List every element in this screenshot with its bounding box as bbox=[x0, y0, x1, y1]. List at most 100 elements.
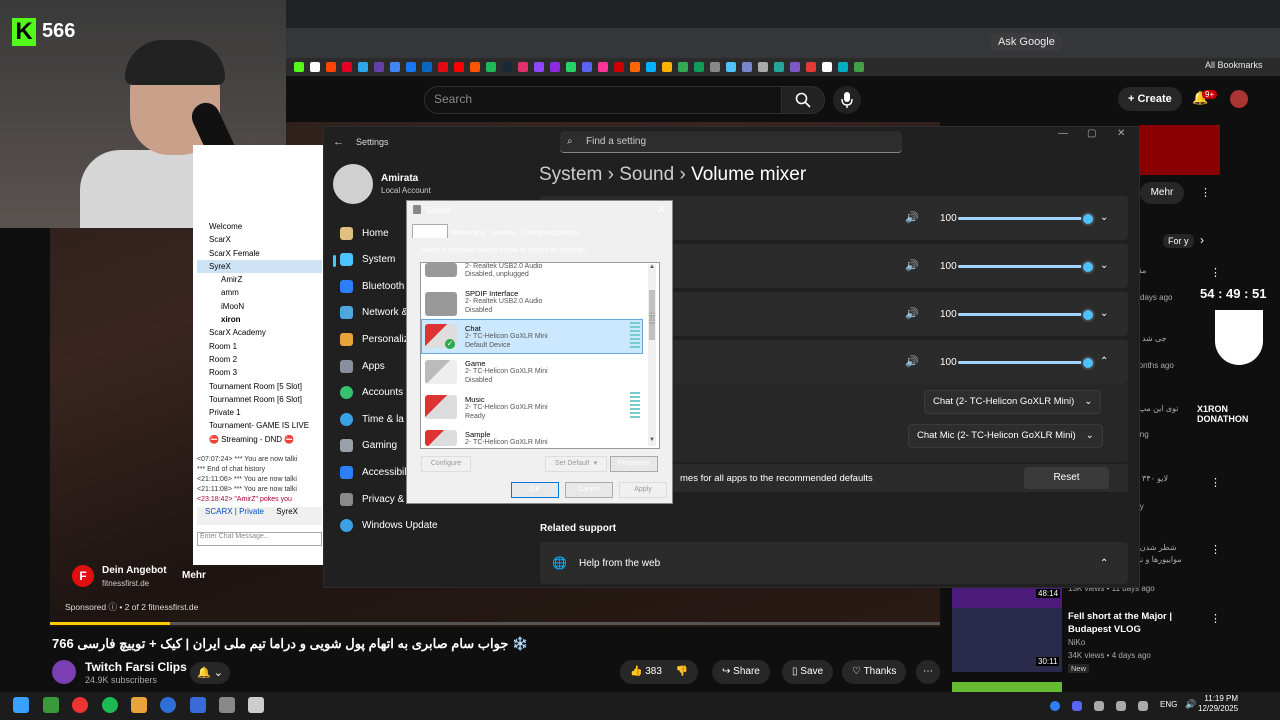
all-bookmarks-link[interactable]: All Bookmarks bbox=[1205, 60, 1263, 70]
sound-app-icon[interactable] bbox=[248, 697, 264, 713]
speaker-icon[interactable]: 🔊 bbox=[905, 307, 919, 320]
channel-tree-item[interactable]: amm bbox=[197, 286, 322, 299]
chart-app-icon[interactable] bbox=[43, 697, 59, 713]
bookmark-icon[interactable] bbox=[694, 62, 704, 72]
subscribe-bell-button[interactable]: 🔔 ⌄ bbox=[190, 662, 230, 684]
close-icon[interactable]: ✕ bbox=[1117, 128, 1125, 139]
bookmark-icon[interactable] bbox=[854, 62, 864, 72]
more-icon[interactable]: ⋮ bbox=[1210, 612, 1221, 625]
volume-slider-thumb[interactable] bbox=[1081, 356, 1095, 370]
ask-google-button[interactable]: Ask Google bbox=[990, 33, 1063, 51]
channel-avatar[interactable] bbox=[52, 660, 76, 684]
back-arrow-icon[interactable]: ← bbox=[333, 136, 344, 148]
scroll-up-icon[interactable]: ▲ bbox=[649, 264, 655, 270]
recommended-title[interactable]: Fell short at the Major | Budapest VLOG bbox=[1068, 610, 1198, 636]
nav-bluetooth[interactable]: Bluetooth bbox=[340, 277, 404, 297]
nav-network[interactable]: Network & bbox=[340, 303, 408, 323]
sidebar-mehr-button[interactable]: Mehr bbox=[1140, 182, 1184, 204]
apply-button[interactable]: Apply bbox=[619, 482, 667, 498]
nav-home[interactable]: Home bbox=[340, 224, 389, 244]
speaker-icon[interactable]: 🔊 bbox=[905, 259, 919, 272]
breadcrumb-sound[interactable]: Sound bbox=[619, 164, 674, 185]
bookmark-icon[interactable] bbox=[646, 62, 656, 72]
bookmark-icon[interactable] bbox=[598, 62, 608, 72]
save-button[interactable]: ▯ Save bbox=[782, 660, 834, 684]
channel-tree-item[interactable]: Tournament- GAME IS LIVE bbox=[197, 419, 322, 432]
app-icon[interactable] bbox=[190, 697, 206, 713]
bookmark-icon[interactable] bbox=[630, 62, 640, 72]
bookmark-icon[interactable] bbox=[662, 62, 672, 72]
recommended-channel[interactable]: NiKo bbox=[1068, 638, 1085, 647]
channel-tree-item[interactable]: Room 2 bbox=[197, 353, 322, 366]
bookmark-icon[interactable] bbox=[422, 62, 432, 72]
more-icon[interactable]: ⋮ bbox=[1210, 543, 1221, 556]
channel-tree-item[interactable]: ScarX Female bbox=[197, 247, 322, 260]
bookmark-icon[interactable] bbox=[486, 62, 496, 72]
bookmark-icon[interactable] bbox=[454, 62, 464, 72]
channel-tree-item[interactable]: SyreX bbox=[197, 259, 322, 274]
clock[interactable]: 11:19 PM 12/29/2025 bbox=[1198, 694, 1238, 714]
nav-accessibility[interactable]: Accessibili bbox=[340, 463, 409, 483]
channel-tree-item[interactable]: ScarX bbox=[197, 233, 322, 246]
configure-button[interactable]: Configure bbox=[421, 456, 471, 472]
bookmark-icon[interactable] bbox=[534, 62, 544, 72]
tray-icon[interactable] bbox=[1138, 701, 1148, 711]
volume-slider[interactable] bbox=[958, 361, 1088, 364]
volume-icon[interactable]: 🔊 bbox=[1185, 699, 1196, 710]
volume-slider[interactable] bbox=[958, 217, 1088, 220]
chevron-down-icon[interactable]: ⌄ bbox=[1100, 212, 1108, 223]
nav-windows-update[interactable]: Windows Update bbox=[340, 516, 438, 536]
nav-gaming[interactable]: Gaming bbox=[340, 436, 397, 456]
nav-accounts[interactable]: Accounts bbox=[340, 383, 403, 403]
bookmark-icon[interactable] bbox=[550, 62, 560, 72]
avatar[interactable] bbox=[1230, 90, 1248, 108]
chevron-up-icon[interactable]: ⌃ bbox=[1100, 356, 1108, 367]
minimize-icon[interactable]: — bbox=[1058, 128, 1068, 139]
bookmark-icon[interactable] bbox=[582, 62, 592, 72]
search-input[interactable] bbox=[424, 86, 782, 114]
chevron-down-icon[interactable]: ⌄ bbox=[1100, 260, 1108, 271]
bookmark-icon[interactable] bbox=[710, 62, 720, 72]
chat-tab-syrex[interactable]: SyreX bbox=[276, 507, 298, 516]
channel-tree-item[interactable]: Tournament Room [5 Slot] bbox=[197, 380, 322, 393]
channel-tree-item[interactable]: Room 3 bbox=[197, 366, 322, 379]
maximize-icon[interactable]: ▢ bbox=[1087, 128, 1096, 139]
like-button[interactable]: 👍 383 👎 bbox=[620, 660, 699, 684]
nav-apps[interactable]: Apps bbox=[340, 357, 385, 377]
cancel-button[interactable]: Cancel bbox=[565, 482, 613, 498]
bookmark-icon[interactable] bbox=[614, 62, 624, 72]
bookmark-icon[interactable] bbox=[822, 62, 832, 72]
progress-bar[interactable] bbox=[50, 622, 940, 625]
nav-personalization[interactable]: Personaliza bbox=[340, 330, 414, 350]
discord-icon[interactable] bbox=[1072, 701, 1082, 711]
bookmark-icon[interactable] bbox=[806, 62, 816, 72]
volume-slider[interactable] bbox=[958, 313, 1088, 316]
user-avatar[interactable] bbox=[333, 164, 373, 204]
bookmark-icon[interactable] bbox=[566, 62, 576, 72]
more-icon[interactable]: ⋮ bbox=[1210, 476, 1221, 489]
bookmark-icon[interactable] bbox=[790, 62, 800, 72]
channel-name[interactable]: Twitch Farsi Clips bbox=[85, 660, 187, 674]
channel-tree-item[interactable]: ScarX Academy bbox=[197, 326, 322, 339]
nav-time-language[interactable]: Time & la bbox=[340, 410, 404, 430]
bookmark-icon[interactable] bbox=[438, 62, 448, 72]
bookmark-icon[interactable] bbox=[294, 62, 304, 72]
bookmark-icon[interactable] bbox=[406, 62, 416, 72]
chat-tab-scarx[interactable]: SCARX | Private bbox=[205, 507, 264, 516]
tab-recording[interactable]: Recording bbox=[451, 228, 485, 237]
channel-tree-item[interactable]: AmirZ bbox=[197, 273, 322, 286]
spotify-icon[interactable] bbox=[102, 697, 118, 713]
channel-tree-item[interactable]: iMooN bbox=[197, 300, 322, 313]
bookmark-icon[interactable] bbox=[342, 62, 352, 72]
search-button[interactable] bbox=[781, 86, 825, 114]
set-default-button[interactable]: Set Default ▾ bbox=[545, 456, 607, 472]
input-device-select[interactable]: Chat Mic (2- TC-Helicon GoXLR Mini) ⌄ bbox=[908, 424, 1103, 448]
ad-cta-button[interactable]: Mehr bbox=[182, 570, 206, 581]
reset-button[interactable]: Reset bbox=[1024, 467, 1109, 489]
tab-communications[interactable]: Communications bbox=[523, 228, 579, 237]
tray-icon[interactable] bbox=[1116, 701, 1126, 711]
chevron-up-icon[interactable]: ⌃ bbox=[1100, 558, 1108, 569]
bookmark-icon[interactable] bbox=[726, 62, 736, 72]
share-button[interactable]: ↪ Share bbox=[712, 660, 770, 684]
channel-tree-item[interactable]: xiron bbox=[197, 313, 322, 326]
